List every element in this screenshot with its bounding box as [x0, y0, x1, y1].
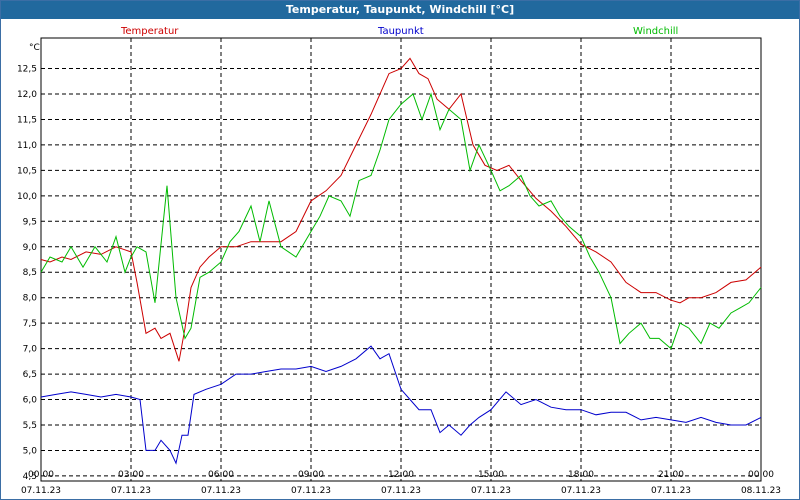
x-tick-time: 15:00 — [478, 470, 504, 480]
y-tick-label: 9,0 — [23, 243, 38, 253]
y-tick-label: 7,5 — [23, 319, 37, 329]
x-tick-time: 18:00 — [568, 470, 594, 480]
legend-taupunkt: Taupunkt — [377, 26, 424, 37]
x-tick-date: 08.11.23 — [741, 486, 781, 496]
y-tick-label: 12,5 — [17, 65, 37, 75]
y-tick-label: 10,0 — [17, 192, 37, 202]
x-tick-time: 00:00 — [748, 470, 774, 480]
x-tick-date: 07.11.23 — [21, 486, 61, 496]
x-tick-time: 03:00 — [118, 470, 144, 480]
x-tick-time: 21:00 — [658, 470, 684, 480]
chart-canvas: 4,55,05,56,06,57,07,58,08,59,09,510,010,… — [17, 26, 781, 496]
y-tick-label: 5,5 — [23, 421, 37, 431]
y-tick-label: 8,0 — [23, 294, 38, 304]
y-tick-label: 6,5 — [23, 370, 37, 380]
y-tick-labels: 4,55,05,56,06,57,07,58,08,59,09,510,010,… — [17, 65, 37, 482]
y-tick-label: 11,5 — [17, 115, 37, 125]
legend-temperatur: Temperatur — [120, 26, 179, 37]
y-tick-label: 5,0 — [23, 446, 38, 456]
x-tick-time: 06:00 — [208, 470, 234, 480]
y-tick-label: 9,5 — [23, 217, 37, 227]
y-tick-label: 6,0 — [23, 396, 38, 406]
x-tick-date: 07.11.23 — [291, 486, 331, 496]
chart-window: Temperatur, Taupunkt, Windchill [°C] 4,5… — [0, 0, 800, 500]
y-axis-unit: °C — [29, 43, 40, 53]
x-tick-date: 07.11.23 — [651, 486, 691, 496]
x-tick-time: 09:00 — [298, 470, 324, 480]
x-tick-date: 07.11.23 — [471, 486, 511, 496]
y-tick-label: 10,5 — [17, 166, 37, 176]
y-tick-label: 7,0 — [23, 345, 38, 355]
y-tick-label: 11,0 — [17, 141, 37, 151]
x-tick-labels: 00:00 07.11.23 03:00 07.11.23 06:00 07.11.23 0… — [21, 470, 781, 496]
x-tick-time: 00:00 — [28, 470, 54, 480]
x-tick-date: 07.11.23 — [381, 486, 421, 496]
y-tick-label: 8,5 — [23, 268, 37, 278]
x-tick-time: 12:00 — [388, 470, 414, 480]
y-tick-label: 12,0 — [17, 90, 37, 100]
legend-windchill: Windchill — [633, 26, 678, 37]
x-tick-date: 07.11.23 — [201, 486, 241, 496]
window-title: Temperatur, Taupunkt, Windchill [°C] — [1, 1, 799, 19]
x-tick-date: 07.11.23 — [111, 486, 151, 496]
x-tick-date: 07.11.23 — [561, 486, 601, 496]
